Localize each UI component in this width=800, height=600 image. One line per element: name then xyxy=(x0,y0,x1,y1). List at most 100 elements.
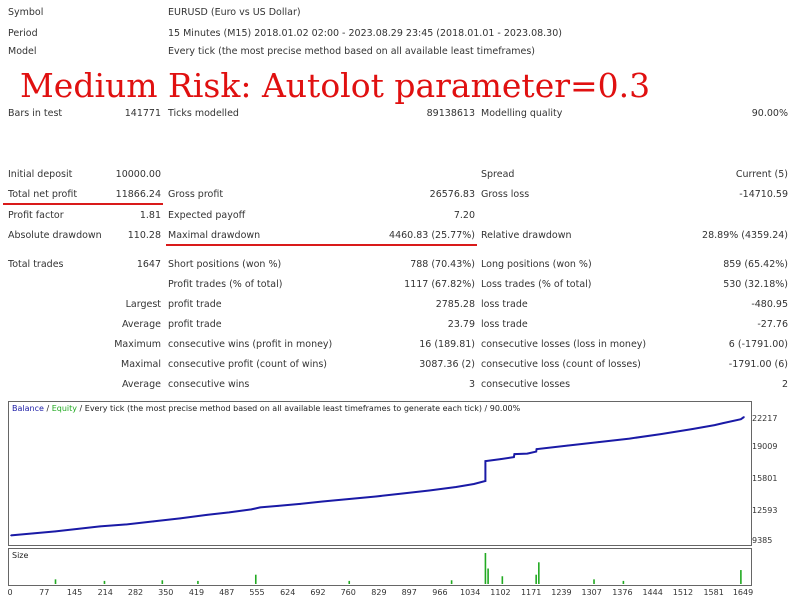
balance-point xyxy=(125,523,128,526)
balance-point xyxy=(473,483,475,485)
max-drawdown-value: 4460.83 (25.77%) xyxy=(389,230,475,241)
balance-point xyxy=(740,418,742,420)
x-tick-label: 829 xyxy=(371,588,386,597)
balance-point xyxy=(277,505,279,507)
short-positions-label: Short positions (won %) xyxy=(168,259,282,270)
long-positions-label: Long positions (won %) xyxy=(481,259,592,270)
profit-trades-value: 1117 (67.82%) xyxy=(404,279,475,290)
balance-line xyxy=(10,416,745,537)
largest-profit-value: 2785.28 xyxy=(435,299,475,310)
size-plot xyxy=(54,553,742,584)
balance-point xyxy=(597,441,600,443)
max-cons-wins-label: consecutive wins (profit in money) xyxy=(168,339,333,350)
size-bar xyxy=(501,576,504,584)
max-cons-wins-value: 16 (189.81) xyxy=(419,339,475,350)
model-value: Every tick (the most precise method base… xyxy=(168,46,536,57)
x-tick-label: 214 xyxy=(98,588,113,597)
balance-point xyxy=(513,456,515,458)
balance-point xyxy=(32,532,35,535)
avg-cons-label: Average xyxy=(121,379,161,390)
x-tick-label: 1376 xyxy=(612,588,632,597)
gross-profit-label: Gross profit xyxy=(168,189,224,200)
largest-loss-label: loss trade xyxy=(481,299,528,310)
x-tick-label: 282 xyxy=(128,588,143,597)
average-profit-value: 23.79 xyxy=(447,319,475,330)
balance-point xyxy=(535,448,538,450)
x-tick-label: 555 xyxy=(249,588,264,597)
spread-value: Current (5) xyxy=(735,169,788,180)
average-loss-value: -27.76 xyxy=(757,319,788,330)
expected-payoff-value: 7.20 xyxy=(453,210,475,221)
balance-point xyxy=(206,514,208,516)
size-bar xyxy=(538,562,540,584)
x-tick-label: 692 xyxy=(310,588,325,597)
y-tick-label: 15801 xyxy=(752,474,777,483)
avg-cons-wins-value: 3 xyxy=(468,379,475,390)
initial-deposit-value: 10000.00 xyxy=(115,169,161,180)
loss-trades-label: Loss trades (% of total) xyxy=(481,279,592,290)
largest-loss-value: -480.95 xyxy=(751,299,788,310)
average-loss-label: loss trade xyxy=(481,319,528,330)
profit-factor-label: Profit factor xyxy=(8,210,64,221)
net-profit-underline xyxy=(3,203,163,205)
balance-point xyxy=(152,520,155,523)
balance-point xyxy=(628,437,631,440)
x-tick-label: 0 xyxy=(7,588,12,597)
balance-point xyxy=(250,508,253,511)
balance-point xyxy=(428,489,431,492)
model-label: Model xyxy=(8,46,37,57)
x-tick-label: 760 xyxy=(341,588,356,597)
y-tick-label: 12593 xyxy=(752,506,777,515)
size-bar xyxy=(484,553,487,584)
balance-point xyxy=(76,528,79,530)
balance-chart: Balance / Equity / Every tick (the most … xyxy=(8,401,777,546)
spread-label: Spread xyxy=(481,169,515,180)
x-tick-label: 1444 xyxy=(642,588,662,597)
max-drawdown-label: Maximal drawdown xyxy=(168,230,261,241)
x-tick-label: 897 xyxy=(402,588,417,597)
avg-cons-losses-value: 2 xyxy=(781,379,788,390)
balance-point xyxy=(299,503,302,505)
x-tick-label: 1239 xyxy=(551,588,571,597)
gross-profit-value: 26576.83 xyxy=(429,189,475,200)
largest-label: Largest xyxy=(125,299,161,310)
y-tick-label: 22217 xyxy=(752,414,777,423)
risk-banner: Medium Risk: Autolot parameter=0.3 xyxy=(20,66,651,105)
maximal-cons-profit-value: 3087.36 (2) xyxy=(419,359,475,370)
bars-label: Bars in test xyxy=(8,108,63,119)
gross-loss-value: -14710.59 xyxy=(739,189,788,200)
size-bar xyxy=(740,570,742,584)
maximal-cons-loss-value: -1791.00 (6) xyxy=(728,359,788,370)
max-cons-losses-value: 6 (-1791.00) xyxy=(728,339,788,350)
quality-value: 90.00% xyxy=(751,108,788,119)
average-profit-label: profit trade xyxy=(168,319,222,330)
quality-label: Modelling quality xyxy=(481,108,563,119)
balance-point xyxy=(228,511,230,514)
bars-value: 141771 xyxy=(124,108,161,119)
symbol-value: EURUSD (Euro vs US Dollar) xyxy=(168,7,301,18)
x-tick-label: 1102 xyxy=(490,588,510,597)
maximal-label: Maximal xyxy=(121,359,161,370)
size-bar xyxy=(254,574,257,584)
x-tick-label: 966 xyxy=(432,588,447,597)
net-profit-value: 11866.24 xyxy=(115,189,161,200)
x-tick-label: 1649 xyxy=(733,588,753,597)
x-tick-label: 419 xyxy=(189,588,204,597)
balance-point xyxy=(321,500,324,503)
period-value: 15 Minutes (M15) 2018.01.02 02:00 - 2023… xyxy=(168,28,562,39)
balance-point xyxy=(484,480,487,482)
balance-point xyxy=(179,517,181,520)
balance-point xyxy=(513,453,516,455)
short-positions-value: 788 (70.43%) xyxy=(410,259,475,270)
maximal-cons-profit-label: consecutive profit (count of wins) xyxy=(168,359,328,370)
size-bar xyxy=(487,568,489,584)
balance-point xyxy=(259,506,262,509)
abs-drawdown-label: Absolute drawdown xyxy=(8,230,102,241)
rel-drawdown-value: 28.89% (4359.24) xyxy=(702,230,788,241)
avg-cons-wins-label: consecutive wins xyxy=(168,379,250,390)
ticks-value: 89138613 xyxy=(426,108,475,119)
abs-drawdown-value: 110.28 xyxy=(127,230,161,241)
loss-trades-value: 530 (32.18%) xyxy=(723,279,788,290)
x-tick-label: 1512 xyxy=(673,588,693,597)
profit-trades-label: Profit trades (% of total) xyxy=(168,279,283,290)
